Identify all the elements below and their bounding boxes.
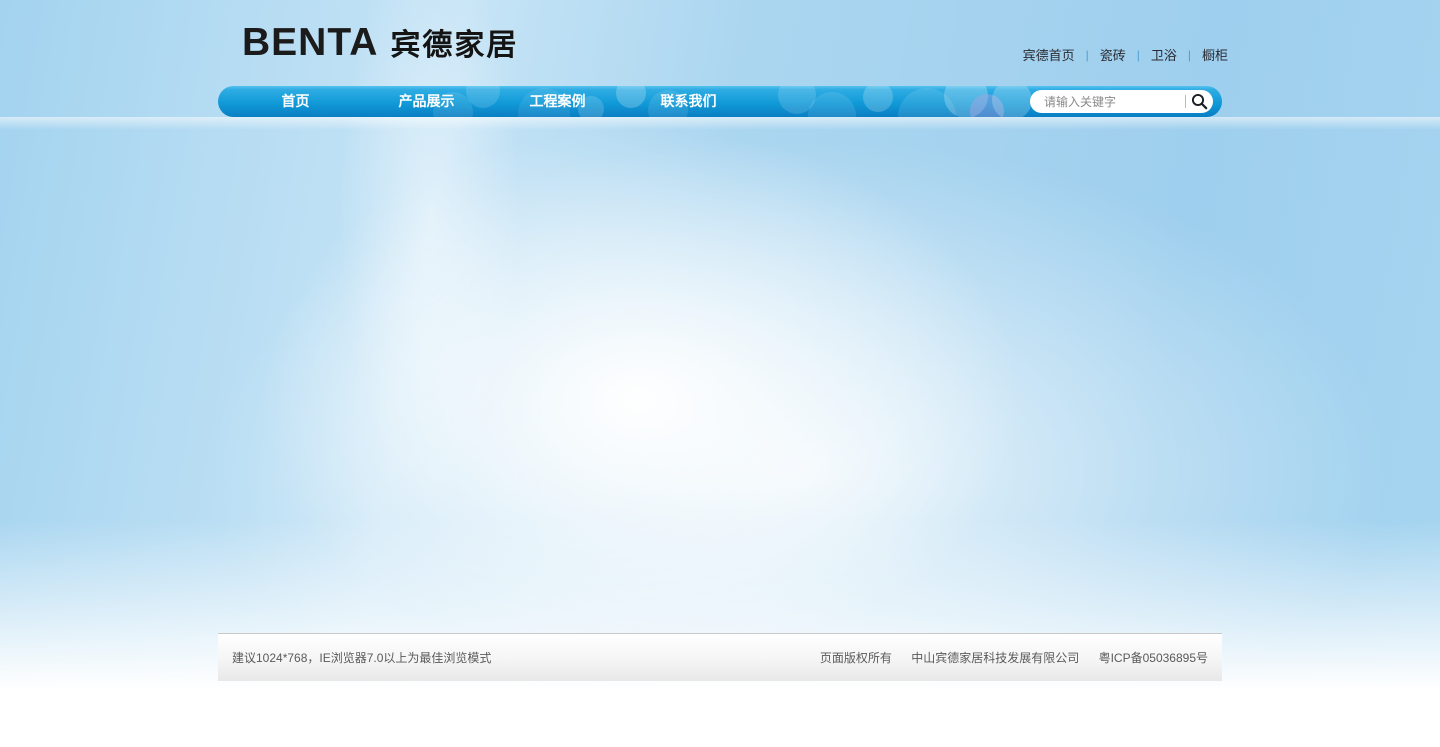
top-link-separator: |: [1086, 48, 1089, 62]
brand-logo[interactable]: BENTA 宾德家居: [242, 20, 518, 64]
main-navbar: 首页 产品展示 工程案例 联系我们: [218, 86, 1222, 117]
footer-company-name: 中山宾德家居科技发展有限公司: [911, 651, 1079, 665]
top-link-bathroom[interactable]: 卫浴: [1151, 45, 1177, 64]
brand-logo-chinese: 宾德家居: [390, 20, 518, 64]
nav-item-home[interactable]: 首页: [230, 86, 361, 117]
top-link-separator: |: [1188, 48, 1191, 62]
nav-item-projects[interactable]: 工程案例: [492, 86, 623, 117]
footer-bar: 建议1024*768，IE浏览器7.0以上为最佳浏览模式 页面版权所有 中山宾德…: [218, 633, 1222, 681]
main-content-area: [218, 130, 1222, 630]
search-box: [1030, 90, 1213, 113]
nav-item-products[interactable]: 产品展示: [361, 86, 492, 117]
top-link-tiles[interactable]: 瓷砖: [1100, 45, 1126, 64]
page-container: BENTA 宾德家居 宾德首页 | 瓷砖 | 卫浴 | 橱柜 首页 产品展示 工…: [218, 0, 1222, 747]
footer-browser-advice: 建议1024*768，IE浏览器7.0以上为最佳浏览模式: [232, 649, 491, 666]
search-button[interactable]: [1189, 91, 1210, 112]
top-link-separator: |: [1137, 48, 1140, 62]
footer-copyright-label: 页面版权所有: [820, 651, 892, 665]
header-quick-links: 宾德首页 | 瓷砖 | 卫浴 | 橱柜: [1023, 45, 1228, 64]
search-divider: [1185, 95, 1186, 108]
footer-icp-number: 粤ICP备05036895号: [1099, 651, 1208, 665]
search-input[interactable]: [1042, 94, 1185, 110]
footer-copyright: 页面版权所有 中山宾德家居科技发展有限公司 粤ICP备05036895号: [820, 649, 1208, 666]
magnifier-icon: [1191, 93, 1208, 110]
brand-logo-latin: BENTA: [242, 23, 378, 63]
nav-item-contact[interactable]: 联系我们: [623, 86, 754, 117]
top-link-cabinet[interactable]: 橱柜: [1202, 45, 1228, 64]
top-link-benta-home[interactable]: 宾德首页: [1023, 45, 1075, 64]
